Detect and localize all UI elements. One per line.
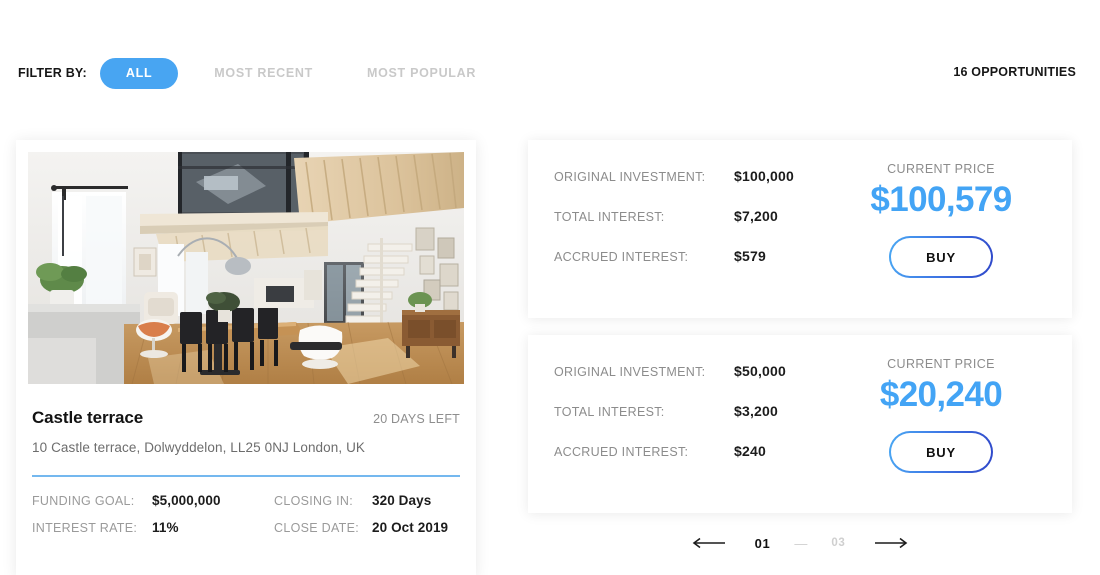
stat-value-closing-in: 320 Days	[372, 493, 432, 508]
property-address: 10 Castle terrace, Dolwyddelon, LL25 0NJ…	[32, 440, 366, 455]
loft-interior-illustration	[28, 152, 464, 384]
label-original-investment: ORIGINAL INVESTMENT:	[554, 365, 706, 379]
value-accrued-interest: $579	[734, 248, 766, 264]
label-total-interest: TOTAL INTEREST:	[554, 210, 665, 224]
value-original-investment: $100,000	[734, 168, 794, 184]
stat-key-closing-in: CLOSING IN:	[274, 494, 354, 508]
investment-card-2[interactable]: ORIGINAL INVESTMENT: $50,000 TOTAL INTER…	[528, 335, 1072, 513]
stat-value-interest-rate: 11%	[152, 520, 179, 535]
pagination-current-page[interactable]: 01	[751, 536, 775, 551]
property-photo	[28, 152, 464, 384]
property-days-left: 20 DAYS LEFT	[373, 412, 460, 426]
arrow-right-icon[interactable]	[869, 533, 915, 553]
property-divider	[32, 475, 460, 477]
stat-value-funding-goal: $5,000,000	[152, 493, 221, 508]
filter-tab-most-recent[interactable]: MOST RECENT	[196, 57, 331, 89]
pagination-separator: —	[794, 535, 808, 551]
price-block-2: CURRENT PRICE $20,240 BUY	[836, 357, 1046, 473]
value-accrued-interest: $240	[734, 443, 766, 459]
current-price-label: CURRENT PRICE	[887, 162, 995, 176]
current-price-value: $20,240	[879, 375, 1003, 414]
current-price-label: CURRENT PRICE	[887, 357, 995, 371]
investment-row: TOTAL INTEREST: $3,200	[554, 403, 844, 443]
buy-button-2[interactable]: BUY	[889, 431, 993, 473]
label-original-investment: ORIGINAL INVESTMENT:	[554, 170, 706, 184]
property-card[interactable]: Castle terrace 20 DAYS LEFT 10 Castle te…	[16, 140, 476, 575]
value-total-interest: $3,200	[734, 403, 779, 419]
value-total-interest: $7,200	[734, 208, 779, 224]
investment-row: ORIGINAL INVESTMENT: $50,000	[554, 363, 844, 403]
investment-rows-2: ORIGINAL INVESTMENT: $50,000 TOTAL INTER…	[554, 363, 844, 483]
property-stats: FUNDING GOAL: $5,000,000 CLOSING IN: 320…	[32, 493, 460, 535]
value-original-investment: $50,000	[734, 363, 787, 379]
stat-key-funding-goal: FUNDING GOAL:	[32, 494, 135, 508]
filter-bar: FILTER BY: ALL MOST RECENT MOST POPULAR …	[0, 52, 1100, 94]
stat-value-close-date: 20 Oct 2019	[372, 520, 449, 535]
label-total-interest: TOTAL INTEREST:	[554, 405, 665, 419]
stat-key-close-date: CLOSE DATE:	[274, 521, 360, 535]
arrow-left-icon[interactable]	[685, 533, 731, 553]
pagination: 01 — 03	[528, 526, 1072, 560]
investment-card-1[interactable]: ORIGINAL INVESTMENT: $100,000 TOTAL INTE…	[528, 140, 1072, 318]
buy-button-1[interactable]: BUY	[889, 236, 993, 278]
property-details: Castle terrace 20 DAYS LEFT 10 Castle te…	[16, 396, 476, 535]
label-accrued-interest: ACCRUED INTEREST:	[554, 445, 689, 459]
label-accrued-interest: ACCRUED INTEREST:	[554, 250, 689, 264]
investment-rows-1: ORIGINAL INVESTMENT: $100,000 TOTAL INTE…	[554, 168, 844, 288]
current-price-value: $100,579	[870, 180, 1012, 219]
filter-tab-all[interactable]: ALL	[99, 57, 179, 89]
investment-row: ORIGINAL INVESTMENT: $100,000	[554, 168, 844, 208]
filter-by-label: FILTER BY:	[18, 66, 87, 80]
opportunities-count: 16 OPPORTUNITIES	[953, 65, 1076, 79]
stat-key-interest-rate: INTEREST RATE:	[32, 521, 138, 535]
investment-row: ACCRUED INTEREST: $240	[554, 443, 844, 483]
content-area: Castle terrace 20 DAYS LEFT 10 Castle te…	[0, 128, 1100, 575]
property-title-row: Castle terrace 20 DAYS LEFT	[32, 396, 460, 428]
investment-row: TOTAL INTEREST: $7,200	[554, 208, 844, 248]
investment-row: ACCRUED INTEREST: $579	[554, 248, 844, 288]
filter-tab-group: ALL MOST RECENT MOST POPULAR	[99, 57, 494, 89]
price-block-1: CURRENT PRICE $100,579 BUY	[836, 162, 1046, 278]
filter-tab-most-popular[interactable]: MOST POPULAR	[349, 57, 494, 89]
pagination-total-pages[interactable]: 03	[827, 537, 849, 549]
property-title: Castle terrace	[32, 408, 144, 427]
